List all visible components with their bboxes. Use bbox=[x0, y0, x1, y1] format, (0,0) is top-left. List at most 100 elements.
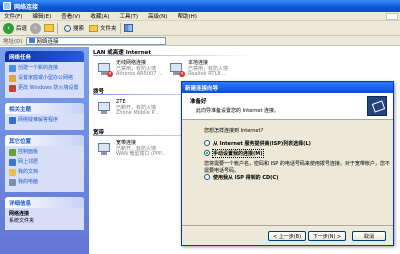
back-label: 后退 bbox=[16, 26, 28, 32]
address-label: 地址(D) bbox=[3, 38, 23, 45]
forward-arrow-icon: › bbox=[30, 22, 42, 34]
address-value: 网络连接 bbox=[36, 38, 59, 45]
forward-button[interactable]: › bbox=[30, 22, 42, 34]
menu-advanced[interactable]: 高级(N) bbox=[148, 12, 167, 20]
local-connection-icon: × bbox=[169, 61, 185, 77]
cancel-button[interactable]: 取消 bbox=[352, 231, 386, 241]
option-label: 使用我从 ISP 得到的 CD(C) bbox=[213, 175, 279, 181]
place-network-places[interactable]: 网上邻居 bbox=[9, 159, 81, 166]
views-icon[interactable] bbox=[123, 24, 133, 32]
option-isp-list[interactable]: 从 Internet 服务提供商(ISP)列表选择(L) bbox=[204, 140, 393, 147]
new-connection-wizard-dialog: 新建连接向导 准备好 此向导准备设置您的 Internet 连接。 您想怎样连接… bbox=[181, 81, 394, 246]
option-label: 从 Internet 服务提供商(ISP)列表选择(L) bbox=[213, 141, 311, 147]
dialog-footer: < 上一步(B) 下一步(N) > 取消 bbox=[182, 225, 393, 245]
place-label: 我的电脑 bbox=[18, 179, 39, 185]
connection-device: Atheros AR5007 ... bbox=[116, 71, 163, 78]
place-my-computer[interactable]: 我的电脑 bbox=[9, 179, 81, 186]
task-label: 更改 Windows 防火墙设置 bbox=[18, 85, 79, 91]
home-network-icon bbox=[9, 75, 16, 82]
help-icon bbox=[9, 117, 16, 124]
dialog-header: 准备好 此向导准备设置您的 Internet 连接。 bbox=[182, 93, 393, 120]
broadband-connection-icon bbox=[97, 141, 113, 157]
option-description: 您将需要一个帐户名，密码和 ISP 的电话号码来使用拨号连接。对于宽带帐户，您不… bbox=[204, 161, 390, 174]
details-name: 网络连接 bbox=[9, 211, 30, 217]
folder-icon bbox=[89, 24, 99, 32]
dialup-connection-icon bbox=[97, 100, 113, 116]
connection-zte[interactable]: ZTE 已断开，有防火墙 Zhone Mobile P... bbox=[97, 99, 159, 117]
search-label: 搜索 bbox=[73, 26, 85, 32]
next-button[interactable]: 下一步(N) > bbox=[308, 231, 346, 241]
dialog-question: 您想怎样连接到 Internet? bbox=[204, 128, 264, 134]
connection-device: Zhone Mobile P... bbox=[116, 110, 159, 117]
panel-header[interactable]: 其它位置 bbox=[5, 135, 84, 146]
window-titlebar[interactable]: 网络连接 bbox=[0, 0, 400, 12]
place-label: 我的文档 bbox=[18, 169, 39, 175]
network-connections-icon bbox=[28, 38, 35, 43]
dialog-body: 您想怎样连接到 Internet? 从 Internet 服务提供商(ISP)列… bbox=[182, 120, 393, 181]
task-label: 网络疑难解答程序 bbox=[18, 117, 59, 123]
menu-bar: 文件(F) 编辑(E) 查看(V) 收藏(A) 工具(T) 高级(N) 帮助(H… bbox=[0, 12, 400, 21]
menu-view[interactable]: 查看(V) bbox=[61, 12, 80, 20]
connection-device: Realtek RTL8... bbox=[188, 71, 226, 78]
toolbar-separator bbox=[57, 22, 59, 34]
task-create-connection[interactable]: 创建一个新的连接 bbox=[9, 65, 81, 72]
toolbar-separator bbox=[119, 22, 121, 34]
address-input[interactable]: 网络连接 bbox=[25, 36, 166, 45]
menu-help[interactable]: 帮助(H) bbox=[177, 12, 196, 20]
back-button[interactable]: ‹ 后退 bbox=[3, 22, 28, 34]
toolbar: ‹ 后退 › 搜索 文件夹 bbox=[0, 21, 400, 36]
back-arrow-icon: ‹ bbox=[3, 22, 14, 34]
connection-wireless[interactable]: × 无线网络连接 已禁用，有防火墙 Atheros AR5007 ... bbox=[97, 60, 163, 78]
option-manual[interactable]: 手动设置我的连接(M) bbox=[204, 149, 393, 158]
windows-logo-icon bbox=[386, 13, 398, 20]
dialog-header-title: 准备好 bbox=[190, 99, 207, 105]
panel-network-tasks: 网络任务 创建一个新的连接 设置家庭或小型办公网络 更改 Windows 防火墙… bbox=[5, 51, 84, 98]
network-connections-icon bbox=[3, 2, 11, 10]
folder-up-icon[interactable] bbox=[44, 24, 55, 32]
folders-button[interactable]: 文件夹 bbox=[89, 24, 117, 32]
panel-other-places: 其它位置 控制面板 网上邻居 我的文档 我的电脑 bbox=[5, 135, 84, 192]
panel-related-topics: 相关主题 网络疑难解答程序 bbox=[5, 103, 84, 130]
address-bar: 地址(D) 网络连接 bbox=[0, 36, 400, 46]
place-label: 网上邻居 bbox=[18, 159, 39, 165]
connection-broadband[interactable]: 宽带连接 已断开，有防火墙 WAN 微型端口 (PPP... bbox=[97, 140, 166, 158]
task-home-network[interactable]: 设置家庭或小型办公网络 bbox=[9, 75, 81, 82]
back-button[interactable]: < 上一步(B) bbox=[268, 231, 306, 241]
task-pane: 网络任务 创建一个新的连接 设置家庭或小型办公网络 更改 Windows 防火墙… bbox=[0, 47, 89, 254]
panel-details: 详细信息 网络连接 系统文件夹 bbox=[5, 197, 84, 230]
menu-edit[interactable]: 编辑(E) bbox=[32, 12, 51, 20]
search-button[interactable]: 搜索 bbox=[64, 24, 84, 32]
menu-file[interactable]: 文件(F) bbox=[4, 12, 22, 20]
group-divider bbox=[93, 55, 253, 56]
task-firewall[interactable]: 更改 Windows 防火墙设置 bbox=[9, 85, 81, 92]
option-isp-cd[interactable]: 使用我从 ISP 得到的 CD(C) bbox=[204, 174, 393, 181]
search-icon bbox=[64, 24, 72, 32]
option-label: 手动设置我的连接(M) bbox=[212, 149, 264, 158]
radio-isp-cd[interactable] bbox=[204, 174, 210, 180]
place-label: 控制面板 bbox=[18, 149, 39, 155]
control-panel-icon bbox=[9, 149, 16, 156]
dialog-title[interactable]: 新建连接向导 bbox=[182, 82, 393, 93]
panel-header[interactable]: 相关主题 bbox=[5, 103, 84, 114]
panel-header[interactable]: 详细信息 bbox=[5, 197, 84, 208]
menu-tools[interactable]: 工具(T) bbox=[119, 12, 138, 20]
place-my-documents[interactable]: 我的文档 bbox=[9, 169, 81, 176]
place-control-panel[interactable]: 控制面板 bbox=[9, 149, 81, 156]
connection-local[interactable]: × 本地连接 已禁用，有防火墙 Realtek RTL8... bbox=[169, 60, 228, 78]
radio-isp-list[interactable] bbox=[204, 140, 210, 146]
panel-header[interactable]: 网络任务 bbox=[5, 51, 84, 62]
window-title: 网络连接 bbox=[14, 3, 39, 11]
details-type: 系统文件夹 bbox=[9, 218, 35, 224]
radio-manual[interactable] bbox=[204, 150, 210, 156]
connection-device: WAN 微型端口 (PPP... bbox=[116, 151, 166, 158]
task-label: 设置家庭或小型办公网络 bbox=[18, 75, 74, 81]
my-computer-icon bbox=[9, 179, 16, 186]
task-troubleshooter[interactable]: 网络疑难解答程序 bbox=[9, 117, 81, 124]
new-connection-icon bbox=[9, 65, 16, 72]
my-documents-icon bbox=[9, 169, 16, 176]
folders-label: 文件夹 bbox=[100, 26, 117, 32]
wizard-icon bbox=[367, 96, 387, 116]
network-places-icon bbox=[9, 159, 16, 166]
wireless-connection-icon: × bbox=[97, 61, 113, 77]
menu-favorites[interactable]: 收藏(A) bbox=[90, 12, 109, 20]
